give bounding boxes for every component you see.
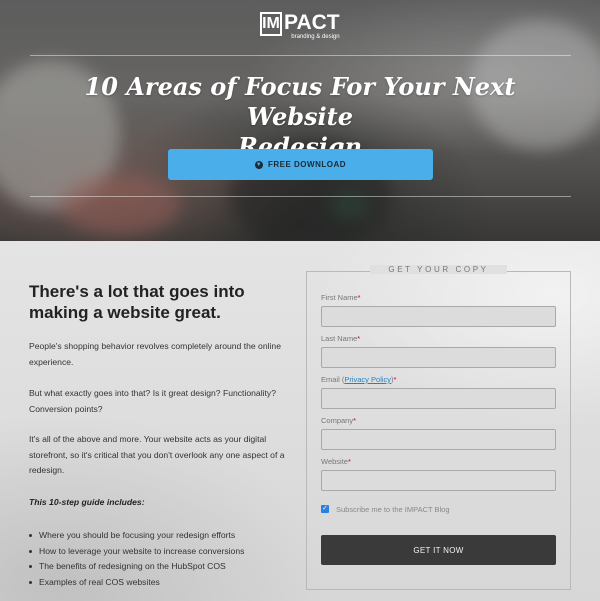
company-label: Company* <box>321 416 357 425</box>
logo-mark: IM <box>260 12 282 36</box>
bullet-icon <box>29 580 32 584</box>
first-name-label: First Name* <box>321 293 361 302</box>
form-heading: GET YOUR COPY <box>370 265 507 274</box>
website-label: Website* <box>321 457 351 466</box>
guide-bullet-list: Where you should be focusing your redesi… <box>29 528 244 590</box>
logo-wordmark: PACT <box>284 11 340 34</box>
privacy-policy-link[interactable]: Privacy Policy <box>344 375 391 384</box>
title-line-1: 10 Areas of Focus For Your Next Website <box>84 72 516 131</box>
bullet-icon <box>29 565 32 569</box>
guide-subtitle: This 10-step guide includes: <box>29 497 145 507</box>
headline-line-2: making a website great. <box>29 303 221 322</box>
last-name-field[interactable] <box>321 347 556 368</box>
logo-tagline: branding & design <box>291 34 340 40</box>
list-item: Examples of real COS websites <box>29 575 244 591</box>
list-item: How to leverage your website to increase… <box>29 544 244 560</box>
impact-logo[interactable]: IM PACT branding & design <box>260 12 340 40</box>
last-name-label: Last Name* <box>321 334 361 343</box>
get-it-now-button[interactable]: GET IT NOW <box>321 535 556 565</box>
download-circle-icon: ▼ <box>254 160 263 169</box>
company-field[interactable] <box>321 429 556 450</box>
list-item: Where you should be focusing your redesi… <box>29 528 244 544</box>
section-headline: There's a lot that goes into making a we… <box>29 281 289 323</box>
list-item-text: How to leverage your website to increase… <box>39 545 245 556</box>
paragraph-2: But what exactly goes into that? Is it g… <box>29 388 276 414</box>
first-name-field[interactable] <box>321 306 556 327</box>
list-item: The benefits of redesigning on the HubSp… <box>29 559 244 575</box>
hero-divider-top <box>30 55 571 56</box>
free-download-button[interactable]: ▼ FREE DOWNLOAD <box>168 149 433 180</box>
subscribe-checkbox[interactable]: ✓ <box>321 505 329 513</box>
bullet-icon <box>29 549 32 553</box>
list-item-text: Examples of real COS websites <box>39 576 160 587</box>
paragraph-3: It's all of the above and more. Your web… <box>29 434 285 475</box>
email-field[interactable] <box>321 388 556 409</box>
bullet-icon <box>29 534 32 538</box>
website-field[interactable] <box>321 470 556 491</box>
paragraph-1: People's shopping behavior revolves comp… <box>29 341 281 367</box>
list-item-text: The benefits of redesigning on the HubSp… <box>39 561 226 571</box>
free-download-label: FREE DOWNLOAD <box>267 160 347 169</box>
list-item-text: Where you should be focusing your redesi… <box>39 530 236 540</box>
hero-divider-bottom <box>30 196 571 197</box>
subscribe-label: Subscribe me to the IMPACT Blog <box>336 505 450 514</box>
email-label: Email (Privacy Policy)* <box>321 375 397 384</box>
headline-line-1: There's a lot that goes into <box>29 282 245 301</box>
